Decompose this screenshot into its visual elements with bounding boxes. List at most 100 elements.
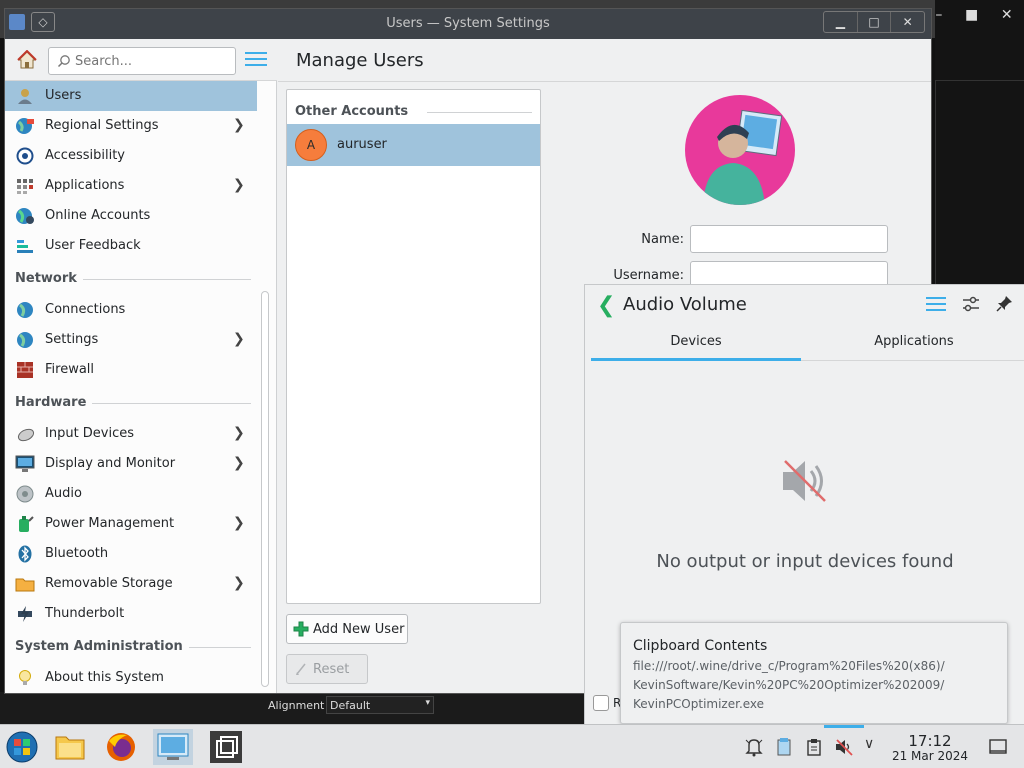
search-input[interactable] bbox=[75, 52, 230, 70]
sidebar-item-network-settings[interactable]: Settings ❯ bbox=[5, 325, 257, 355]
sidebar-item-bluetooth[interactable]: Bluetooth bbox=[5, 539, 257, 569]
chevron-down-icon[interactable]: ∨ bbox=[864, 736, 884, 756]
section-hardware: Hardware bbox=[15, 391, 251, 415]
show-desktop-icon[interactable] bbox=[988, 737, 1008, 757]
sidebar-item-applications[interactable]: Applications ❯ bbox=[5, 171, 257, 201]
home-icon[interactable] bbox=[17, 50, 37, 70]
back-arrow-icon[interactable]: ❮ bbox=[597, 293, 615, 318]
power-icon bbox=[19, 516, 34, 532]
sidebar-scrollbar[interactable] bbox=[261, 291, 269, 687]
background-maximize-button[interactable]: ■ bbox=[965, 7, 978, 23]
window-titlebar[interactable]: ◇ Users — System Settings ▁ □ ✕ bbox=[5, 9, 931, 39]
section-title: Hardware bbox=[15, 395, 93, 410]
thunderbolt-icon bbox=[18, 606, 32, 622]
sidebar-item-label: About this System bbox=[45, 670, 164, 685]
globe-icon bbox=[17, 332, 33, 348]
window-title: Users — System Settings bbox=[386, 16, 550, 31]
clipboard-line: KevinSoftware/Kevin%20PC%20Optimizer%202… bbox=[633, 678, 945, 692]
sidebar-item-label: Removable Storage bbox=[45, 576, 173, 591]
sidebar-item-power-management[interactable]: Power Management ❯ bbox=[5, 509, 257, 539]
firewall-icon bbox=[17, 362, 33, 378]
list-item[interactable]: A auruser bbox=[287, 124, 540, 166]
reset-icon bbox=[296, 663, 306, 675]
firefox-icon[interactable] bbox=[101, 729, 141, 765]
hamburger-menu-icon[interactable] bbox=[245, 52, 267, 68]
accounts-header: Other Accounts bbox=[295, 104, 409, 119]
search-field[interactable] bbox=[48, 47, 236, 75]
alignment-select[interactable]: Default ▾ bbox=[326, 696, 434, 714]
header-divider bbox=[278, 81, 931, 82]
add-user-button[interactable]: Add New User bbox=[286, 614, 408, 644]
sidebar-item-label: Regional Settings bbox=[45, 118, 159, 133]
window-controls: ▁ □ ✕ bbox=[823, 11, 925, 33]
audio-tabbar: Devices Applications bbox=[591, 327, 1024, 361]
sidebar-item-about-system[interactable]: About this System bbox=[5, 663, 257, 693]
sidebar-item-thunderbolt[interactable]: Thunderbolt bbox=[5, 599, 257, 629]
globe-flag-icon bbox=[16, 118, 34, 134]
clipboard-title: Clipboard Contents bbox=[633, 638, 768, 654]
sidebar-item-accessibility[interactable]: Accessibility bbox=[5, 141, 257, 171]
applications-icon bbox=[17, 179, 33, 194]
configure-icon[interactable] bbox=[961, 295, 981, 313]
accounts-list: Other Accounts A auruser bbox=[286, 89, 541, 604]
background-minimize-button[interactable]: – bbox=[935, 7, 942, 23]
sidebar-item-input-devices[interactable]: Input Devices ❯ bbox=[5, 419, 257, 449]
tab-applications[interactable]: Applications bbox=[809, 327, 1019, 361]
chevron-right-icon: ❯ bbox=[233, 575, 245, 591]
hamburger-menu-icon[interactable] bbox=[926, 297, 946, 313]
volume-muted-icon[interactable] bbox=[834, 737, 854, 757]
sidebar-item-label: Power Management bbox=[45, 516, 175, 531]
sidebar-item-display-monitor[interactable]: Display and Monitor ❯ bbox=[5, 449, 257, 479]
sidebar-item-removable-storage[interactable]: Removable Storage ❯ bbox=[5, 569, 257, 599]
raise-volume-checkbox[interactable] bbox=[593, 695, 609, 711]
globe-icon bbox=[17, 302, 33, 318]
maximize-button[interactable]: □ bbox=[858, 12, 892, 32]
start-menu-icon[interactable] bbox=[2, 729, 42, 765]
sidebar-item-label: Audio bbox=[45, 486, 82, 501]
no-devices-message: No output or input devices found bbox=[656, 551, 954, 572]
plus-icon bbox=[293, 621, 309, 637]
clipboard-icon[interactable] bbox=[804, 737, 824, 757]
pin-icon[interactable] bbox=[996, 294, 1014, 312]
notifications-icon[interactable] bbox=[744, 737, 764, 757]
file-manager-icon[interactable] bbox=[50, 729, 90, 765]
sidebar-item-user-feedback[interactable]: User Feedback bbox=[5, 231, 257, 261]
accounts-header-divider bbox=[427, 112, 532, 113]
reset-button[interactable]: Reset bbox=[286, 654, 368, 684]
taskbar: ∨ 17:12 21 Mar 2024 bbox=[0, 724, 1024, 768]
clipboard-line: KevinPCOptimizer.exe bbox=[633, 697, 765, 711]
system-settings-task[interactable] bbox=[153, 729, 193, 765]
user-avatar[interactable] bbox=[685, 95, 795, 205]
background-close-button[interactable]: ✕ bbox=[1001, 7, 1013, 23]
sidebar-item-audio[interactable]: Audio bbox=[5, 479, 257, 509]
audio-title: Audio Volume bbox=[623, 294, 747, 315]
monitor-icon bbox=[15, 455, 35, 472]
clipboard-tooltip: Clipboard Contents file:///root/.wine/dr… bbox=[620, 622, 1008, 724]
sidebar-item-label: Input Devices bbox=[45, 426, 135, 441]
sidebar-item-online-accounts[interactable]: Online Accounts bbox=[5, 201, 257, 231]
close-button[interactable]: ✕ bbox=[891, 12, 924, 32]
accessibility-icon bbox=[16, 147, 34, 165]
name-field[interactable] bbox=[690, 225, 888, 253]
sidebar-item-connections[interactable]: Connections bbox=[5, 295, 257, 325]
alignment-label: Alignment bbox=[268, 699, 325, 712]
users-icon bbox=[18, 89, 32, 104]
disk-manager-icon[interactable] bbox=[774, 737, 794, 757]
minimize-button[interactable]: ▁ bbox=[824, 12, 858, 32]
sidebar-list: Users Regional Settings ❯ Accessibility … bbox=[5, 81, 257, 693]
chevron-right-icon: ❯ bbox=[233, 331, 245, 347]
chevron-right-icon: ❯ bbox=[233, 455, 245, 471]
clock-date[interactable]: 21 Mar 2024 bbox=[888, 749, 972, 763]
sidebar-item-label: Firewall bbox=[45, 362, 95, 377]
section-network: Network bbox=[15, 267, 251, 291]
window-switcher-icon[interactable] bbox=[206, 729, 246, 765]
sidebar-item-regional-settings[interactable]: Regional Settings ❯ bbox=[5, 111, 257, 141]
sidebar-item-firewall[interactable]: Firewall bbox=[5, 355, 257, 385]
clock-time[interactable]: 17:12 bbox=[894, 732, 966, 750]
speaker-muted-icon bbox=[783, 460, 826, 502]
tab-devices[interactable]: Devices bbox=[591, 327, 801, 361]
sidebar-item-label: Users bbox=[45, 88, 82, 103]
alignment-value: Default bbox=[330, 699, 371, 712]
sidebar: Users Regional Settings ❯ Accessibility … bbox=[5, 39, 277, 693]
sidebar-item-users[interactable]: Users bbox=[5, 81, 257, 111]
